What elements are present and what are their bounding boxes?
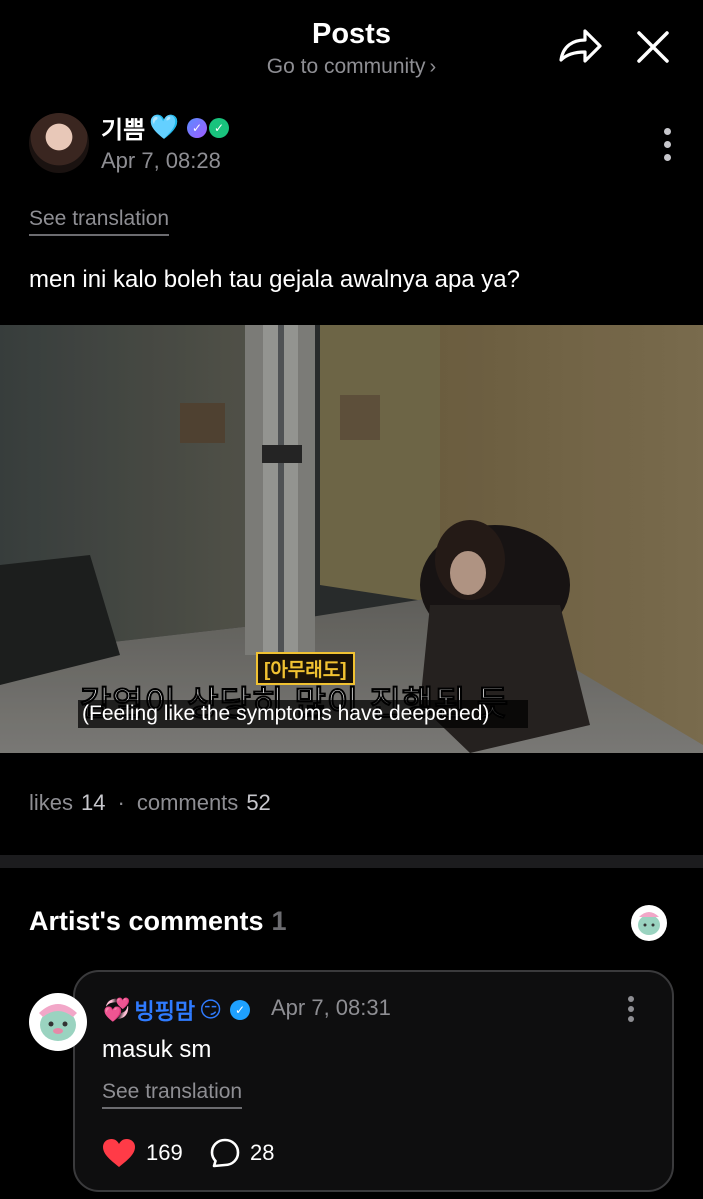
two-hearts-icon: 💞 xyxy=(103,997,131,1022)
stats-separator: · xyxy=(117,790,125,815)
close-icon xyxy=(637,31,669,63)
more-dot xyxy=(628,1016,634,1022)
comment-reply-button[interactable]: 28 xyxy=(210,1138,274,1168)
more-dots-icon xyxy=(628,996,634,1002)
comment-timestamp: Apr 7, 08:31 xyxy=(271,995,391,1020)
post-stats: likes 14 · comments 52 xyxy=(29,790,271,816)
artist-comments-title: Artist's comments xyxy=(29,906,264,936)
comment-more-options-button[interactable] xyxy=(624,996,638,1026)
comment-text: masuk sm xyxy=(102,1036,212,1063)
section-divider xyxy=(0,855,703,868)
comments-count: 52 xyxy=(246,790,271,815)
close-button[interactable] xyxy=(632,26,674,68)
artist-character-icon xyxy=(638,912,660,935)
go-to-community-label: Go to community xyxy=(266,55,426,78)
comment-see-translation-link[interactable]: See translation xyxy=(102,1080,243,1109)
comments-label[interactable]: comments xyxy=(137,790,238,816)
smirk-emoji-icon: 😏 xyxy=(199,997,223,1022)
speech-bubble-icon xyxy=(210,1138,240,1168)
verified-badge-icon: ✓ xyxy=(209,117,230,138)
share-button[interactable] xyxy=(557,26,603,68)
more-dot xyxy=(663,154,671,161)
membership-badge-icon: ✓ xyxy=(187,117,208,138)
artist-comments-heading: Artist's comments 1 xyxy=(29,906,287,937)
commenter-avatar[interactable] xyxy=(29,993,87,1051)
more-dot xyxy=(663,141,671,148)
top-bar: Posts Go to community › xyxy=(0,0,703,95)
author-name-row[interactable]: 기쁨 🩵 ✓ ✓ xyxy=(101,110,230,145)
author-badges: ✓ ✓ xyxy=(187,117,230,138)
post-timestamp: Apr 7, 08:28 xyxy=(101,148,221,173)
commenter-name-row[interactable]: 💞 빙핑맘 😏 ✓ xyxy=(103,994,251,1026)
author-name: 기쁨 xyxy=(101,117,146,144)
comment-like-count: 169 xyxy=(146,1140,183,1165)
commenter-name: 빙핑맘 xyxy=(134,999,196,1024)
comment-like-button[interactable]: 169 xyxy=(102,1138,183,1168)
post-body-text: men ini kalo boleh tau gejala awalnya ap… xyxy=(29,266,521,293)
comment-reply-count: 28 xyxy=(250,1140,275,1165)
more-dots-icon xyxy=(663,128,671,135)
character-avatar-icon xyxy=(39,1004,77,1041)
video-caption-english: (Feeling like the symptoms have deepened… xyxy=(78,700,528,728)
chevron-right-icon: › xyxy=(429,56,437,78)
see-translation-link[interactable]: See translation xyxy=(29,207,170,236)
light-blue-heart-icon: 🩵 xyxy=(149,114,180,141)
more-dot xyxy=(628,1006,634,1012)
artist-comments-count: 1 xyxy=(271,906,287,936)
post-more-options-button[interactable] xyxy=(655,128,679,168)
artist-mini-avatar[interactable] xyxy=(631,905,667,941)
likes-label[interactable]: likes xyxy=(29,790,73,816)
verified-check-icon: ✓ xyxy=(230,1000,251,1020)
share-arrow-icon xyxy=(559,29,602,63)
heart-icon xyxy=(103,1139,135,1167)
author-avatar[interactable] xyxy=(29,113,89,173)
likes-count: 14 xyxy=(81,790,106,815)
